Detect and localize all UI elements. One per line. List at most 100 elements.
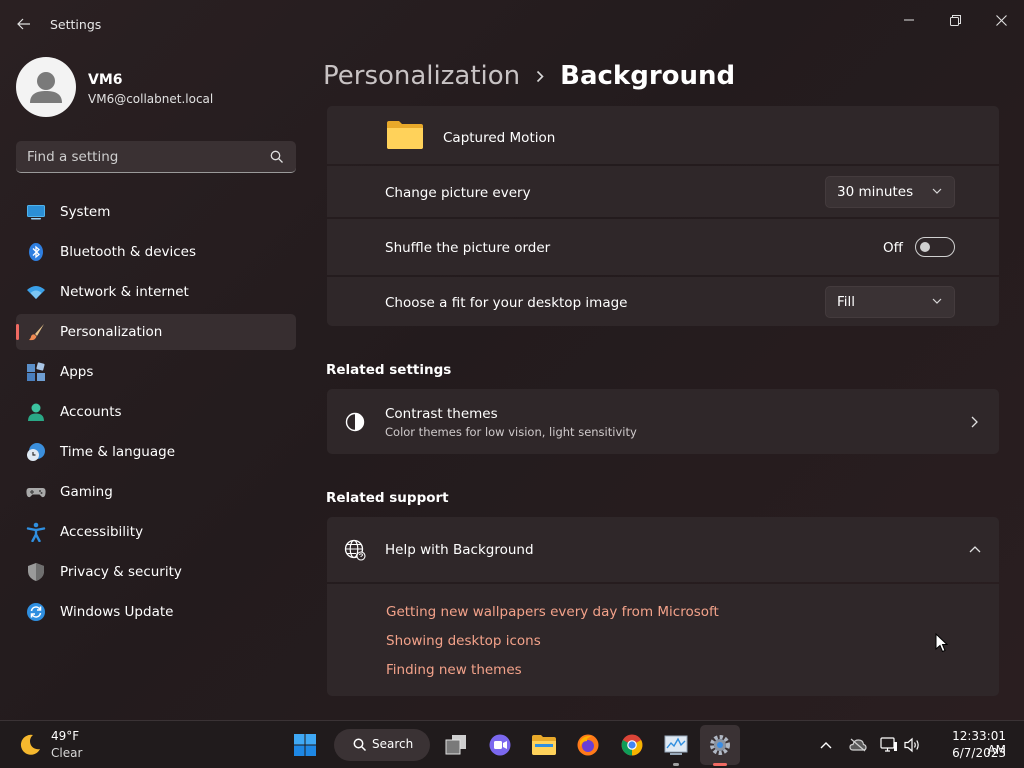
moon-icon <box>20 734 40 755</box>
show-hidden-icons-button[interactable] <box>816 735 836 755</box>
close-button[interactable] <box>978 4 1024 36</box>
toggle-knob <box>920 242 930 252</box>
link-new-wallpapers[interactable]: Getting new wallpapers every day from Mi… <box>386 604 719 620</box>
sidebar-item-label: Apps <box>60 364 94 380</box>
change-picture-label: Change picture every <box>385 185 531 201</box>
weather-desc: Clear <box>51 746 83 760</box>
active-app-indicator <box>713 763 727 766</box>
change-picture-row: Change picture every 30 minutes <box>327 166 999 217</box>
settings-taskbar-button[interactable] <box>700 725 740 766</box>
chat-icon <box>489 734 511 756</box>
breadcrumb: Personalization Background <box>323 58 735 94</box>
back-button[interactable] <box>12 12 36 36</box>
weather-temp: 49°F <box>51 729 80 743</box>
task-view-button[interactable] <box>436 725 476 765</box>
sidebar-item-personalization[interactable]: Personalization <box>16 314 296 350</box>
folder-row[interactable]: Captured Motion <box>327 106 999 164</box>
contrast-themes-subtitle: Color themes for low vision, light sensi… <box>385 425 637 439</box>
windows-logo-icon <box>294 734 316 756</box>
fit-row: Choose a fit for your desktop image Fill <box>327 277 999 326</box>
start-button[interactable] <box>285 725 325 765</box>
sidebar-nav: System Bluetooth & devices Network & int… <box>16 194 296 634</box>
fit-label: Choose a fit for your desktop image <box>385 295 628 311</box>
sidebar-item-bluetooth[interactable]: Bluetooth & devices <box>16 234 296 270</box>
fit-dropdown[interactable]: Fill <box>825 286 955 318</box>
sidebar-item-label: Accessibility <box>60 524 144 540</box>
teams-chat-button[interactable] <box>480 725 520 765</box>
gamepad-icon <box>26 488 46 498</box>
related-settings-title: Related settings <box>326 362 452 378</box>
apps-icon <box>27 362 45 381</box>
restore-icon <box>949 14 961 26</box>
firefox-icon <box>577 734 599 756</box>
avatar[interactable] <box>16 57 76 117</box>
gear-icon <box>710 735 730 755</box>
title-bar: Settings <box>0 0 1024 48</box>
chevron-down-icon <box>932 188 942 194</box>
sidebar-item-gaming[interactable]: Gaming <box>16 474 296 510</box>
sidebar-item-windows-update[interactable]: Windows Update <box>16 594 296 630</box>
chrome-button[interactable] <box>612 725 652 765</box>
clock-button[interactable]: 12:33:01 AM 6/7/2023 <box>924 723 1014 767</box>
cloud-offline-icon <box>849 738 867 752</box>
file-explorer-button[interactable] <box>524 725 564 765</box>
folder-name: Captured Motion <box>443 130 556 146</box>
search-box[interactable] <box>16 141 296 173</box>
back-arrow-icon <box>17 18 30 30</box>
breadcrumb-parent[interactable]: Personalization <box>323 61 520 91</box>
sidebar-item-time-language[interactable]: Time & language <box>16 434 296 470</box>
taskbar-search-button[interactable]: Search <box>334 729 430 761</box>
selection-indicator <box>16 324 19 340</box>
sidebar-item-privacy[interactable]: Privacy & security <box>16 554 296 590</box>
minimize-icon <box>904 19 914 21</box>
network-tray-button[interactable] <box>879 735 899 755</box>
link-desktop-icons[interactable]: Showing desktop icons <box>386 633 541 649</box>
sidebar-item-network[interactable]: Network & internet <box>16 274 296 310</box>
shield-icon <box>28 563 44 581</box>
chevron-up-icon <box>820 741 832 748</box>
minimize-button[interactable] <box>886 4 932 36</box>
brush-icon <box>29 324 44 341</box>
weather-widget[interactable]: 49°F Clear <box>14 727 104 763</box>
chevron-down-icon <box>932 298 942 304</box>
sidebar-item-label: Accounts <box>60 404 122 420</box>
onedrive-button[interactable] <box>848 735 868 755</box>
change-picture-dropdown[interactable]: 30 minutes <box>825 176 955 208</box>
sidebar-item-label: System <box>60 204 111 220</box>
help-with-background-header[interactable]: Help with Background <box>327 517 999 582</box>
monitor-chart-icon <box>664 735 688 755</box>
wifi-icon <box>27 286 45 299</box>
sidebar-item-apps[interactable]: Apps <box>16 354 296 390</box>
breadcrumb-chevron-icon <box>536 70 544 83</box>
speaker-icon <box>904 737 919 753</box>
sidebar-item-label: Bluetooth & devices <box>60 244 197 260</box>
firefox-button[interactable] <box>568 725 608 765</box>
dropdown-value: Fill <box>837 294 856 310</box>
search-icon[interactable] <box>270 150 284 164</box>
help-with-background-title: Help with Background <box>385 542 534 558</box>
task-view-icon <box>445 735 466 755</box>
link-new-themes[interactable]: Finding new themes <box>386 662 522 678</box>
system-icon <box>27 205 45 220</box>
search-input[interactable] <box>16 141 266 172</box>
sidebar-item-accessibility[interactable]: Accessibility <box>16 514 296 550</box>
sidebar-item-label: Privacy & security <box>60 564 182 580</box>
shuffle-state-text: Off <box>883 240 903 256</box>
bluetooth-icon <box>29 243 43 261</box>
sidebar-item-accounts[interactable]: Accounts <box>16 394 296 430</box>
performance-monitor-button[interactable] <box>656 725 696 766</box>
clock-date: 6/7/2023 <box>952 746 1006 760</box>
dropdown-value: 30 minutes <box>837 184 914 200</box>
restore-button[interactable] <box>932 4 978 36</box>
chevron-up-icon[interactable] <box>969 546 981 553</box>
sidebar-item-system[interactable]: System <box>16 194 296 230</box>
user-name: VM6 <box>88 72 123 88</box>
running-indicator <box>673 763 679 766</box>
clock-globe-icon <box>27 443 45 461</box>
settings-window: Settings VM6 VM6@collabnet.local System <box>0 0 1024 720</box>
contrast-themes-card[interactable]: Contrast themes Color themes for low vis… <box>327 389 999 454</box>
volume-button[interactable] <box>903 735 923 755</box>
network-monitor-icon <box>880 737 897 752</box>
shuffle-toggle[interactable] <box>915 237 955 257</box>
search-icon <box>353 738 367 752</box>
